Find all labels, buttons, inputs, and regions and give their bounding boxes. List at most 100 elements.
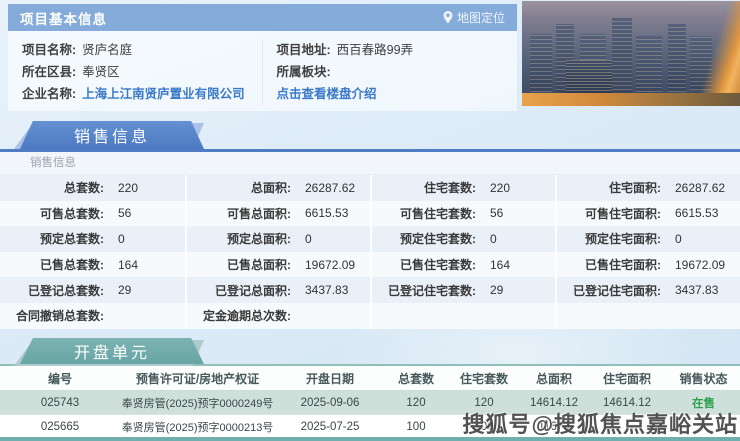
sales-row: 总套数: 220 总面积: 26287.62 住宅套数: 220 住宅面积: 26287…	[0, 175, 740, 201]
district-value: 奉贤区	[82, 65, 120, 79]
project-name-label: 项目名称:	[22, 43, 77, 57]
photo-building	[668, 24, 686, 92]
sales-info-section: 销售信息 销售信息 总套数: 220 总面积: 26287.62 住宅套数: 220 …	[0, 121, 740, 329]
sales-label: 已售住宅面积:	[585, 258, 661, 273]
col-header-res-units: 住宅套数	[459, 371, 508, 386]
sales-label: 已登记总套数:	[28, 283, 104, 298]
sales-value: 0	[490, 231, 497, 246]
sales-label: 预定住宅套数:	[400, 232, 476, 247]
sales-label: 定金逾期总次数:	[203, 309, 291, 324]
sales-value: 0	[305, 231, 312, 246]
sales-label: 可售住宅套数:	[400, 206, 476, 221]
page-title: 项目基本信息	[20, 11, 107, 27]
district-label: 所在区县:	[22, 65, 77, 79]
sales-value: 220	[118, 180, 139, 195]
sales-label: 总面积:	[251, 181, 291, 196]
col-header-res-area: 住宅面积	[602, 371, 651, 386]
sales-value: 26287.62	[675, 180, 726, 195]
sales-value: 56	[118, 206, 132, 221]
basic-info-body: 项目名称: 贤庐名庭 所在区县: 奉贤区 企业名称: 上海上江南贤庐置业有限公司 项目…	[8, 31, 517, 111]
sales-value: 29	[490, 283, 504, 298]
watermark: 搜狐号@搜狐焦点嘉峪关站	[462, 412, 738, 437]
project-name-value: 贤庐名庭	[82, 43, 133, 57]
unit-total-units: 100	[406, 420, 426, 433]
sales-label: 总套数:	[64, 181, 104, 196]
sales-value: 19672.09	[305, 257, 356, 272]
sales-row: 已登记总套数: 29 已登记总面积: 3437.83 已登记住宅套数: 29 已登记住…	[0, 277, 740, 303]
sales-value: 0	[118, 231, 125, 246]
basic-info-left-col: 项目名称: 贤庐名庭 所在区县: 奉贤区 企业名称: 上海上江南贤庐置业有限公司	[8, 39, 263, 105]
sales-row: 预定总套数: 0 预定总面积: 0 预定住宅套数: 0 预定住宅面积: 0	[0, 226, 740, 252]
sales-value: 6615.53	[675, 206, 719, 221]
sales-label: 已登记住宅面积:	[573, 283, 661, 298]
col-header-id: 编号	[47, 371, 72, 386]
sales-label: 预定住宅面积:	[585, 232, 661, 247]
photo-building	[612, 18, 632, 94]
sales-table: 总套数: 220 总面积: 26287.62 住宅套数: 220 住宅面积: 26287…	[0, 175, 740, 329]
sales-label: 可售住宅面积:	[585, 206, 661, 221]
sales-value: 164	[118, 257, 139, 272]
opening-units-tab-label: 开盘单元	[73, 345, 150, 362]
unit-id: 025743	[40, 396, 80, 409]
unit-total-units: 120	[406, 396, 426, 409]
sales-value: 29	[118, 283, 132, 298]
photo-building	[636, 36, 662, 96]
map-pin-icon	[443, 11, 453, 24]
sales-label: 预定总套数:	[40, 232, 104, 247]
basic-info-panel: 项目基本信息 地图定位 项目名称: 贤庐名庭 所在区县: 奉贤区 企业名称: 上海上江…	[8, 4, 517, 111]
plate-label: 所属板块:	[276, 65, 331, 79]
photo-road	[522, 93, 740, 106]
basic-info-section: 项目基本信息 地图定位 项目名称: 贤庐名庭 所在区县: 奉贤区 企业名称: 上海上江…	[0, 0, 740, 111]
col-header-open-date: 开盘日期	[305, 371, 354, 386]
col-header-total-units: 总套数	[397, 371, 434, 386]
sales-label: 已登记总面积:	[215, 283, 291, 298]
basic-info-right-col: 项目地址: 西百春路99弄 所属板块: 点击查看楼盘介绍	[263, 39, 518, 105]
plate-row: 所属板块:	[277, 61, 504, 83]
sales-label: 可售总套数:	[40, 206, 104, 221]
address-label: 项目地址:	[276, 43, 331, 57]
col-header-total-area: 总面积	[535, 371, 572, 386]
sales-label: 已售住宅套数:	[400, 258, 476, 273]
sales-value: 3437.83	[305, 283, 349, 298]
sales-label: 预定总面积:	[227, 232, 291, 247]
map-locate-label: 地图定位	[456, 11, 505, 25]
address-row: 项目地址: 西百春路99弄	[277, 39, 504, 61]
address-value: 西百春路99弄	[336, 43, 414, 57]
company-link[interactable]: 上海上江南贤庐置业有限公司	[82, 87, 245, 101]
project-photo	[522, 1, 740, 106]
opening-units-tab: 开盘单元	[12, 338, 208, 366]
sales-label: 合同撤销总套数:	[16, 309, 104, 324]
map-locate-link[interactable]: 地图定位	[443, 9, 505, 26]
building-intro-link[interactable]: 点击查看楼盘介绍	[277, 87, 377, 101]
sales-value: 0	[675, 231, 682, 246]
unit-permit: 奉贤房管(2025)预字0000249号	[121, 397, 274, 410]
sales-value: 220	[490, 180, 511, 195]
units-table-header: 编号 预售许可证/房地产权证 开盘日期 总套数 住宅套数 总面积 住宅面积 销售…	[0, 366, 740, 391]
sales-value: 56	[490, 206, 504, 221]
unit-id: 025665	[40, 420, 80, 433]
basic-info-header: 项目基本信息 地图定位	[8, 4, 517, 31]
unit-open-date: 2025-09-06	[300, 396, 360, 409]
intro-row: 点击查看楼盘介绍	[277, 83, 504, 105]
sales-label: 住宅套数:	[424, 181, 476, 196]
project-name-row: 项目名称: 贤庐名庭	[22, 39, 248, 61]
sales-row: 已售总套数: 164 已售总面积: 19672.09 已售住宅套数: 164 已售住宅…	[0, 251, 740, 278]
unit-open-date: 2025-07-25	[300, 420, 360, 433]
company-label: 企业名称:	[22, 87, 77, 101]
sales-label: 已登记住宅套数:	[388, 283, 476, 298]
sales-value: 6615.53	[305, 206, 349, 221]
sales-value: 19672.09	[675, 257, 726, 272]
sales-row: 合同撤销总套数: 定金逾期总次数:	[0, 302, 740, 329]
sales-value: 26287.62	[305, 180, 356, 195]
sales-info-subheader: 销售信息	[0, 152, 740, 175]
sales-row: 可售总套数: 56 可售总面积: 6615.53 可售住宅套数: 56 可售住宅面积:…	[0, 200, 740, 227]
sales-label: 可售总面积:	[227, 206, 291, 221]
col-header-permit: 预售许可证/房地产权证	[135, 371, 260, 386]
sales-value: 164	[490, 257, 511, 272]
sales-info-tab: 销售信息	[12, 121, 208, 149]
photo-building	[530, 34, 552, 92]
sales-info-tab-label: 销售信息	[73, 129, 150, 146]
sales-label: 住宅面积:	[609, 181, 661, 196]
col-header-sale-status: 销售状态	[679, 371, 728, 386]
sales-value: 3437.83	[675, 283, 719, 298]
